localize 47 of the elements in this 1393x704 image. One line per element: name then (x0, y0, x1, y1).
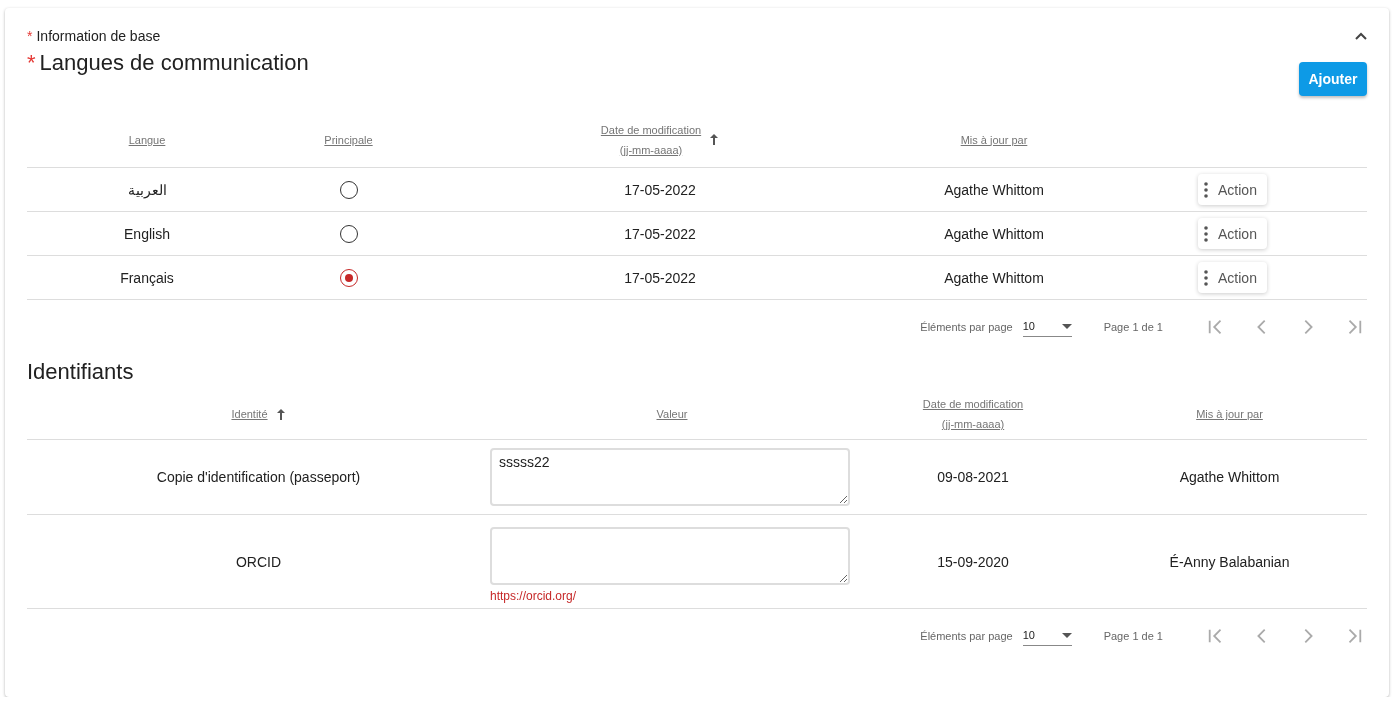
action-button[interactable]: Action (1198, 262, 1267, 293)
column-header[interactable]: Identité (231, 404, 268, 424)
section-heading: Identifiants (27, 359, 134, 384)
date-text: 17-05-2022 (624, 269, 696, 286)
date-text: 15-09-2020 (937, 553, 1009, 570)
section-heading: * Langues de communication (27, 50, 309, 76)
action-button[interactable]: Action (1198, 218, 1267, 249)
date-text: 09-08-2021 (937, 469, 1009, 485)
column-header[interactable]: Principale (324, 129, 373, 150)
language-name: English (124, 225, 170, 242)
action-button[interactable]: Action (1198, 174, 1267, 205)
more-vertical-icon (1204, 181, 1209, 198)
language-name: Français (120, 269, 174, 286)
hint-link[interactable]: https://orcid.org/ (490, 588, 577, 603)
page-range-label: Page 1 de 1 (1103, 629, 1163, 642)
dropdown-caret-icon (1061, 323, 1072, 329)
column-header[interactable]: Date de modification (jj-mm-aaaa) (922, 394, 1024, 434)
column-header[interactable]: Mis à jour par (1196, 404, 1263, 424)
user-name: Agathe Whittom (944, 269, 1044, 286)
column-header[interactable]: Valeur (656, 404, 688, 424)
sort-arrow-icon (709, 134, 720, 145)
date-text: 17-05-2022 (624, 181, 696, 198)
page-range-label: Page 1 de 1 (1103, 320, 1163, 333)
dropdown-caret-icon (1061, 632, 1072, 638)
user-name: É-Anny Balabanian (1169, 553, 1290, 570)
chevron-up-icon[interactable] (1355, 32, 1367, 40)
date-text: 17-05-2022 (624, 225, 696, 242)
user-name: Agathe Whittom (944, 225, 1044, 242)
user-name: Agathe Whittom (944, 181, 1044, 198)
column-header[interactable]: Date de modification (jj-mm-aaaa) (600, 119, 702, 160)
page-size-select[interactable]: 10 (1022, 625, 1072, 646)
column-header[interactable]: Langue (128, 129, 166, 150)
value-field[interactable]: sssss22 (490, 448, 850, 506)
items-per-page-label: Éléments par page (920, 629, 1013, 642)
user-name: Agathe Whittom (1179, 469, 1280, 485)
identity-name: ORCID (235, 553, 282, 570)
add-button[interactable]: Ajouter (1299, 62, 1367, 96)
identity-name: Copie d'identification (passeport) (156, 469, 361, 485)
column-header[interactable]: Mis à jour par (960, 129, 1028, 150)
more-vertical-icon (1204, 269, 1209, 286)
section-title: * Information de base (27, 28, 161, 44)
sort-arrow-icon (275, 408, 286, 420)
items-per-page-label: Éléments par page (920, 320, 1013, 333)
more-vertical-icon (1204, 225, 1209, 242)
page-size-select[interactable]: 10 (1022, 316, 1072, 337)
value-field[interactable] (490, 526, 850, 585)
language-name: العربية (127, 181, 167, 198)
